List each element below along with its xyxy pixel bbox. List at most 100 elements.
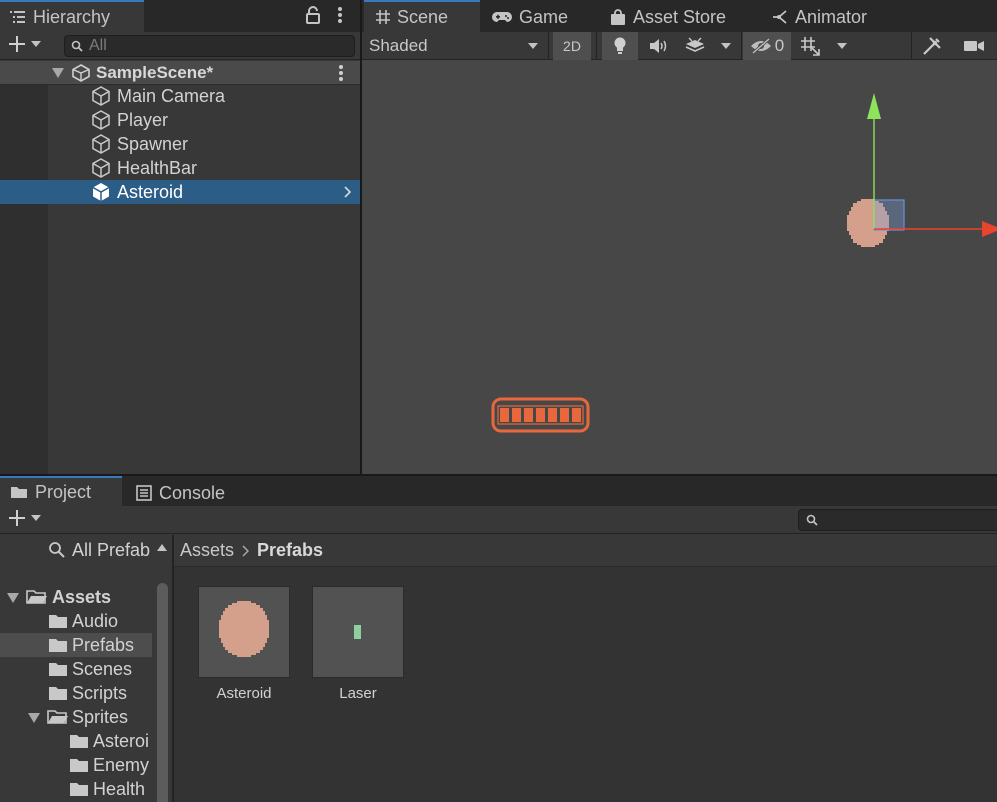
- create-dropdown-button[interactable]: [8, 35, 41, 53]
- lighting-toggle[interactable]: [602, 32, 638, 60]
- folder-audio[interactable]: Audio: [0, 609, 152, 633]
- folder-scenes[interactable]: Scenes: [0, 657, 152, 681]
- animator-icon: [772, 9, 788, 25]
- folder-health[interactable]: Health: [0, 777, 152, 801]
- hierarchy-item-spawner[interactable]: Spawner: [0, 132, 360, 156]
- open-folder-icon: [47, 709, 69, 725]
- scene-visibility-toggle[interactable]: 0: [743, 32, 791, 60]
- scrollbar-thumb[interactable]: [157, 583, 168, 802]
- tab-console[interactable]: Console: [134, 478, 225, 508]
- hierarchy-item-asteroid[interactable]: Asteroid: [0, 180, 360, 204]
- camera-settings-button[interactable]: [954, 32, 994, 60]
- folder-scripts[interactable]: Scripts: [0, 681, 152, 705]
- folder-icon: [48, 638, 68, 653]
- chevron-down-icon: [837, 43, 847, 49]
- chevron-down-icon: [31, 515, 41, 521]
- move-plane-handle[interactable]: [873, 199, 905, 231]
- grid-snap-toggle[interactable]: [794, 32, 826, 60]
- tab-game[interactable]: Game: [492, 2, 568, 32]
- expand-triangle-icon[interactable]: [28, 713, 40, 723]
- lock-icon[interactable]: [306, 6, 320, 24]
- grid-icon: [376, 10, 390, 24]
- hierarchy-toolbar: All: [0, 32, 360, 60]
- mode-2d-label: 2D: [563, 38, 581, 54]
- effects-toggle[interactable]: [678, 32, 712, 60]
- tools-toggle[interactable]: [916, 32, 948, 60]
- lightbulb-icon: [613, 37, 627, 55]
- scene-more-options-icon[interactable]: [338, 64, 344, 82]
- search-icon: [71, 40, 83, 52]
- folder-enemy[interactable]: Enemy: [0, 753, 152, 777]
- project-toolbar: [0, 506, 997, 534]
- hierarchy-tab-bar: Hierarchy: [0, 0, 360, 32]
- create-asset-dropdown-button[interactable]: [8, 509, 41, 527]
- asteroid-thumbnail-sprite: [219, 601, 269, 657]
- folder-icon: [48, 662, 68, 677]
- healthbar-sprite[interactable]: [491, 397, 590, 433]
- breadcrumb-assets[interactable]: Assets: [180, 540, 234, 561]
- gameobject-cube-icon: [91, 110, 111, 130]
- tab-animator[interactable]: Animator: [772, 2, 867, 32]
- expand-triangle-icon[interactable]: [52, 67, 64, 78]
- asset-thumbnail: [198, 586, 290, 678]
- tab-scene-label: Scene: [397, 6, 449, 27]
- tab-project-label: Project: [35, 481, 92, 502]
- tab-asset-store[interactable]: Asset Store: [610, 2, 726, 32]
- folder-label: Audio: [72, 611, 119, 631]
- asset-laser-prefab[interactable]: Laser: [312, 586, 404, 702]
- unity-scene-icon: [72, 63, 90, 82]
- folder-icon: [48, 686, 68, 701]
- project-folder-tree: All Prefab Assets Audio Prefabs Scenes S…: [0, 535, 172, 802]
- chevron-down-icon: [528, 43, 538, 49]
- hierarchy-search-input[interactable]: All: [64, 35, 355, 57]
- chevron-right-icon[interactable]: [344, 186, 352, 198]
- asset-asteroid-prefab[interactable]: Asteroid: [198, 586, 290, 702]
- eye-hidden-icon: [750, 38, 772, 54]
- hidden-object-count: 0: [774, 36, 785, 55]
- breadcrumb-prefabs[interactable]: Prefabs: [257, 540, 323, 561]
- tab-scene[interactable]: Scene: [364, 0, 480, 32]
- tab-project[interactable]: Project: [0, 476, 122, 506]
- folder-icon: [48, 614, 68, 629]
- more-options-icon[interactable]: [337, 6, 343, 24]
- grid-snap-icon: [800, 36, 820, 56]
- project-search-input[interactable]: [798, 509, 997, 531]
- hierarchy-panel: Hierarchy All SampleScene* Main Camera P…: [0, 0, 360, 474]
- shopping-bag-icon: [610, 8, 626, 26]
- folder-label: Enemy: [93, 755, 150, 775]
- folder-icon: [69, 734, 89, 749]
- mode-2d-toggle[interactable]: 2D: [553, 32, 591, 60]
- hierarchy-item-player[interactable]: Player: [0, 108, 360, 132]
- hierarchy-item-label: HealthBar: [117, 158, 198, 178]
- breadcrumb: Assets Prefabs: [174, 535, 997, 567]
- favorites-label: All Prefab: [72, 540, 151, 560]
- folder-label: Assets: [52, 587, 112, 607]
- hierarchy-item-main-camera[interactable]: Main Camera: [0, 84, 360, 108]
- grid-dropdown[interactable]: [830, 32, 854, 60]
- folder-sprites[interactable]: Sprites: [0, 705, 152, 729]
- scroll-up-arrow-icon[interactable]: [157, 544, 167, 551]
- open-folder-icon: [26, 589, 48, 605]
- list-icon: [10, 10, 26, 24]
- audio-toggle[interactable]: [640, 32, 676, 60]
- gameobject-cube-icon: [91, 182, 111, 202]
- folder-tree-scrollbar[interactable]: [154, 535, 170, 802]
- draw-mode-dropdown[interactable]: Shaded: [362, 32, 544, 60]
- folder-asteroid[interactable]: Asteroi: [0, 729, 152, 753]
- folder-icon: [69, 782, 89, 797]
- effects-dropdown[interactable]: [714, 32, 738, 60]
- folder-assets[interactable]: Assets: [0, 585, 152, 609]
- toolbar-separator: [911, 32, 912, 60]
- favorites-all-prefabs[interactable]: All Prefab: [0, 538, 152, 562]
- toolbar-separator: [596, 32, 597, 60]
- breadcrumb-separator-icon: [242, 544, 250, 557]
- hierarchy-item-healthbar[interactable]: HealthBar: [0, 156, 360, 180]
- scene-viewport[interactable]: [362, 61, 997, 474]
- folder-prefabs[interactable]: Prefabs: [0, 633, 152, 657]
- expand-triangle-icon[interactable]: [7, 593, 19, 603]
- tools-icon: [922, 36, 942, 56]
- scene-row[interactable]: SampleScene*: [0, 61, 360, 85]
- tab-hierarchy-label: Hierarchy: [33, 6, 111, 27]
- hierarchy-item-label: Asteroid: [117, 182, 184, 202]
- tab-hierarchy[interactable]: Hierarchy: [0, 0, 144, 32]
